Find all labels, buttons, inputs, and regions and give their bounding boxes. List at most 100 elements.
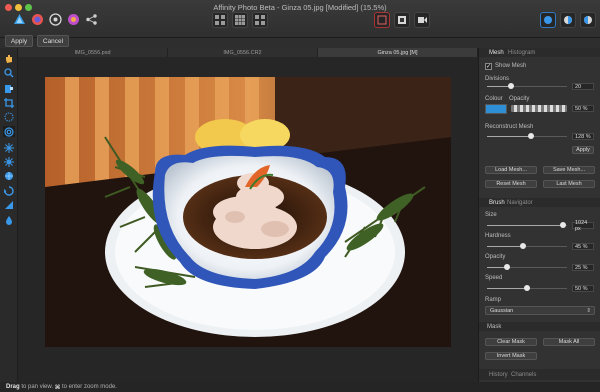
- zoom-window-button[interactable]: [25, 4, 32, 11]
- minimize-window-button[interactable]: [15, 4, 22, 11]
- crop-icon[interactable]: [3, 97, 15, 108]
- size-label: Size: [485, 212, 497, 218]
- reconstruct-slider[interactable]: [487, 133, 567, 139]
- last-mesh-button[interactable]: Last Mesh: [543, 180, 595, 188]
- ramp-select[interactable]: Gaussian ⇕: [485, 306, 595, 315]
- status-bar: Drag to pan view. ⌘ to enter zoom mode.: [0, 382, 600, 392]
- zoom-icon[interactable]: [3, 67, 15, 78]
- apply-button[interactable]: Apply: [5, 35, 33, 47]
- hardness-slider[interactable]: [487, 243, 567, 249]
- develop-persona-icon[interactable]: [48, 12, 63, 27]
- brush-opacity-slider-thumb[interactable]: [504, 264, 510, 270]
- save-mesh-button[interactable]: Save Mesh...: [543, 166, 595, 174]
- load-mesh-button[interactable]: Load Mesh...: [485, 166, 537, 174]
- invert-mask-button[interactable]: Invert Mask: [485, 352, 537, 360]
- tone-map-persona-icon[interactable]: [66, 12, 81, 27]
- mask-panel-header: Mask: [479, 322, 600, 331]
- speed-slider-thumb[interactable]: [524, 285, 530, 291]
- paint-brush-icon[interactable]: [3, 83, 15, 94]
- brush-opacity-slider[interactable]: [487, 264, 567, 270]
- clear-mask-button[interactable]: Clear Mask: [485, 338, 537, 346]
- document-tab[interactable]: IMG_0556.CR2: [168, 48, 318, 57]
- dodge-icon[interactable]: [3, 170, 15, 181]
- export-persona-icon[interactable]: [84, 12, 99, 27]
- tools-panel: [0, 48, 18, 382]
- size-slider-fill: [487, 225, 563, 226]
- status-key-text: to enter zoom mode.: [60, 384, 117, 390]
- mesh-panel-tabs: Mesh Histogram: [479, 48, 600, 57]
- clone-icon[interactable]: [3, 142, 15, 153]
- snapping-grid-icon[interactable]: [232, 12, 248, 28]
- tab-navigator[interactable]: Navigator: [507, 198, 533, 207]
- mesh-opacity-slider[interactable]: [511, 105, 567, 112]
- speed-slider-fill: [487, 288, 527, 289]
- quick-mask-icon[interactable]: [374, 12, 390, 28]
- liquify-icon[interactable]: [3, 199, 15, 210]
- selection-brush-icon[interactable]: [3, 111, 15, 122]
- tab-history[interactable]: History: [489, 369, 508, 380]
- speed-slider[interactable]: [487, 285, 567, 291]
- divisions-slider[interactable]: [487, 83, 567, 89]
- divisions-slider-thumb[interactable]: [508, 83, 514, 89]
- reconstruct-mesh-label: Reconstruct Mesh: [485, 124, 534, 130]
- ramp-value: Gaussian: [490, 308, 514, 314]
- canvas[interactable]: [18, 57, 478, 382]
- tab-channels[interactable]: Channels: [511, 369, 536, 380]
- photo-persona-icon[interactable]: [12, 12, 27, 27]
- divisions-label: Divisions: [485, 76, 510, 82]
- split-view-icon[interactable]: [560, 12, 576, 28]
- brush-icon[interactable]: [3, 126, 15, 137]
- mesh-colour-swatch[interactable]: [485, 104, 507, 114]
- photo-image: [45, 77, 451, 347]
- divisions-field[interactable]: 20: [572, 83, 594, 90]
- speed-label: Speed: [485, 275, 503, 281]
- refine-selection-icon[interactable]: [414, 12, 430, 28]
- flood-fill-icon[interactable]: [3, 214, 15, 225]
- tab-histogram[interactable]: Histogram: [508, 48, 535, 57]
- title-bar: Affinity Photo Beta - Ginza 05.jpg [Modi…: [0, 0, 600, 38]
- assistant-grid-icon[interactable]: [252, 12, 268, 28]
- reconstruct-slider-thumb[interactable]: [528, 133, 534, 139]
- liquify-persona-icon[interactable]: [30, 12, 45, 27]
- sponge-icon[interactable]: [3, 185, 15, 196]
- hand-icon[interactable]: [3, 53, 15, 64]
- close-window-button[interactable]: [5, 4, 12, 11]
- brush-opacity-field[interactable]: 25 %: [572, 264, 594, 271]
- cancel-button[interactable]: Cancel: [37, 35, 69, 47]
- status-drag-key: Drag: [6, 384, 20, 390]
- view-mode-icon[interactable]: [540, 12, 556, 28]
- ramp-label: Ramp: [485, 297, 502, 303]
- mirror-view-icon[interactable]: [580, 12, 596, 28]
- opacity-label: Opacity: [509, 96, 530, 102]
- document-tabs: IMG_0556.psd IMG_0556.CR2 Ginza 05.jpg […: [18, 48, 478, 57]
- document-tab[interactable]: IMG_0556.psd: [18, 48, 168, 57]
- brush-panel-tabs: Brush Navigator: [479, 198, 600, 207]
- mask-mode-icon[interactable]: [394, 12, 410, 28]
- show-mesh-checkbox[interactable]: ✓: [485, 63, 492, 70]
- hardness-slider-thumb[interactable]: [520, 243, 526, 249]
- reset-mesh-button[interactable]: Reset Mesh: [485, 180, 537, 188]
- status-drag-text: to pan view.: [19, 384, 55, 390]
- hardness-label: Hardness: [485, 233, 511, 239]
- reconstruct-slider-fill: [487, 136, 531, 137]
- mesh-opacity-field[interactable]: 50 %: [572, 105, 594, 112]
- mesh-apply-button[interactable]: Apply: [572, 146, 594, 154]
- tab-brush[interactable]: Brush: [489, 198, 505, 207]
- document-tab-active[interactable]: Ginza 05.jpg [M]: [318, 48, 478, 57]
- history-panel-tabs: History Channels: [479, 369, 600, 380]
- size-field[interactable]: 1024 px: [572, 220, 594, 232]
- mask-all-button[interactable]: Mask All: [543, 338, 595, 346]
- window-title: Affinity Photo Beta - Ginza 05.jpg [Modi…: [213, 3, 387, 12]
- size-slider-thumb[interactable]: [560, 222, 566, 228]
- speed-field[interactable]: 50 %: [572, 285, 594, 292]
- reconstruct-field[interactable]: 128 %: [572, 133, 594, 140]
- hardness-slider-fill: [487, 246, 523, 247]
- brush-opacity-label: Opacity: [485, 254, 506, 260]
- arrange-grid-icon[interactable]: [212, 12, 228, 28]
- size-slider[interactable]: [487, 222, 567, 228]
- colour-label: Colour: [485, 96, 503, 102]
- tab-mesh[interactable]: Mesh: [489, 48, 504, 57]
- burn-icon[interactable]: [3, 156, 15, 167]
- context-toolbar: [0, 38, 600, 48]
- hardness-field[interactable]: 45 %: [572, 243, 594, 250]
